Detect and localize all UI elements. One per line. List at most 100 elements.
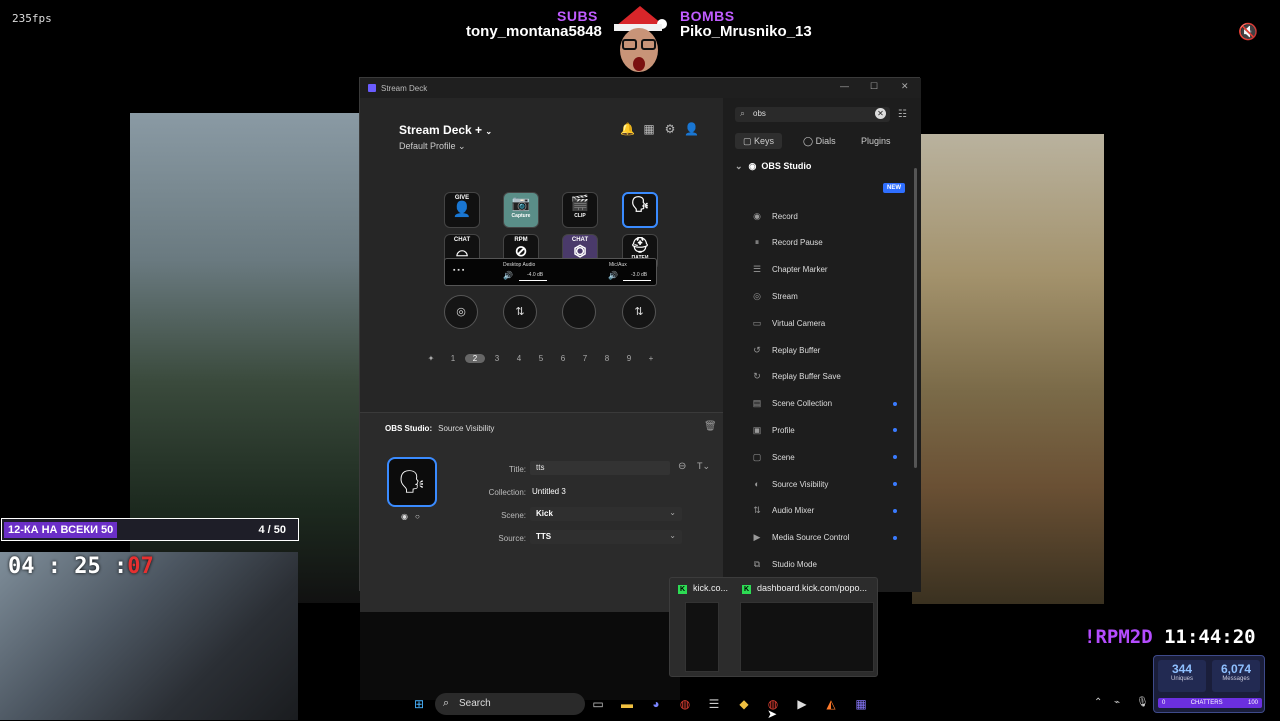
- page-5[interactable]: 5: [530, 354, 552, 363]
- discord-icon[interactable]: ◕: [647, 695, 665, 713]
- key-capture[interactable]: 📷 Capture: [503, 192, 539, 228]
- action-label: Media Source Control: [772, 533, 850, 543]
- indicator-dot: [893, 428, 897, 433]
- action-key-preview[interactable]: 🗣: [387, 457, 437, 507]
- preview-thumbnail-1[interactable]: [685, 602, 719, 672]
- touch-strip[interactable]: ▪ ▪ ▪ Desktop Audio 🔊 -4.0 dB Mic/Aux 🔊 …: [444, 258, 657, 286]
- page-7[interactable]: 7: [574, 354, 596, 363]
- windows-start-icon[interactable]: ⊞: [410, 695, 428, 713]
- chrome-icon[interactable]: ◍: [676, 695, 694, 713]
- page-2[interactable]: 2: [465, 354, 485, 363]
- kick-icon: K: [678, 585, 687, 594]
- profile-selector[interactable]: Default Profile ⌄: [399, 141, 466, 152]
- title-input[interactable]: tts: [530, 461, 670, 475]
- collection-value: Untitled 3: [532, 487, 566, 496]
- new-badge: NEW: [883, 183, 905, 193]
- tab-dials[interactable]: ◯ Dials: [795, 133, 844, 149]
- tab-plugins-label: Plugins: [861, 136, 891, 146]
- taskbar-search[interactable]: ⌕ Search: [435, 693, 585, 715]
- app-orange-icon[interactable]: ◭: [822, 695, 840, 713]
- search-input[interactable]: ⌕ obs: [735, 107, 890, 122]
- page-1[interactable]: 1: [442, 354, 464, 363]
- gear-icon[interactable]: ⚙: [663, 122, 677, 136]
- game-app-icon[interactable]: ◆: [735, 695, 753, 713]
- page-3[interactable]: 3: [486, 354, 508, 363]
- source-select[interactable]: TTS ⌄: [530, 530, 682, 544]
- dial-1[interactable]: ◎: [444, 295, 478, 329]
- action-icon: ☰: [752, 264, 762, 275]
- add-page-button[interactable]: +: [640, 354, 662, 363]
- mute-icon[interactable]: 🔇: [1238, 22, 1258, 41]
- tab-keys[interactable]: ▢ Keys: [735, 133, 783, 149]
- task-view-icon[interactable]: ▭: [589, 695, 607, 713]
- dial-4[interactable]: ⇅: [622, 295, 656, 329]
- speaker-icon: 🔊: [608, 271, 618, 280]
- action-icon: ▭: [752, 317, 762, 328]
- device-selector[interactable]: Stream Deck + ⌄: [399, 123, 492, 137]
- action-item-replay-buffer[interactable]: ↺ Replay Buffer: [751, 340, 911, 360]
- maximize-button[interactable]: ☐: [870, 81, 878, 92]
- page-9[interactable]: 9: [618, 354, 640, 363]
- action-item-source-visibility[interactable]: ◐ Source Visibility: [751, 474, 911, 494]
- keys-tab-icon: ▢: [743, 136, 752, 146]
- key-tts[interactable]: 🗣: [622, 192, 658, 228]
- action-item-audio-mixer[interactable]: ⇅ Audio Mixer: [751, 501, 911, 521]
- dial-2[interactable]: ⇅: [503, 295, 537, 329]
- action-item-virtual-camera[interactable]: ▭ Virtual Camera: [751, 313, 911, 333]
- action-icon: ▢: [752, 451, 762, 462]
- preview-tab-2[interactable]: Kdashboard.kick.com/popo...: [742, 583, 867, 594]
- preview-thumbnail-2[interactable]: [740, 602, 874, 672]
- action-item-record[interactable]: ◉ Record: [751, 206, 911, 226]
- key-give[interactable]: GIVE 👤: [444, 192, 480, 228]
- action-item-scene[interactable]: ▢ Scene: [751, 447, 911, 467]
- account-icon[interactable]: 👤: [684, 122, 699, 136]
- state-radio-2[interactable]: ○: [415, 512, 420, 521]
- clear-search-icon[interactable]: ✕: [875, 108, 886, 119]
- stream-deck-app-icon: [368, 84, 376, 92]
- tab-plugins[interactable]: Plugins: [853, 133, 899, 149]
- action-item-replay-buffer-save[interactable]: ↻ Replay Buffer Save: [751, 367, 911, 387]
- challenge-label: 12-КА НА ВСЕКИ 50: [4, 521, 118, 538]
- tray-overflow-icon[interactable]: ⌃: [1094, 697, 1102, 708]
- timer-seconds: 07: [127, 554, 154, 579]
- page-6[interactable]: 6: [552, 354, 574, 363]
- action-item-scene-collection[interactable]: ▤ Scene Collection: [751, 394, 911, 414]
- action-icon: ▣: [752, 424, 762, 435]
- key-clip[interactable]: 🎬 CLIP: [562, 192, 598, 228]
- page-8[interactable]: 8: [596, 354, 618, 363]
- app-icon[interactable]: ☰: [705, 695, 723, 713]
- messages-label: Messages: [1222, 676, 1250, 682]
- dial-3[interactable]: [562, 295, 596, 329]
- bell-icon[interactable]: 🔔: [620, 122, 635, 136]
- strip-right-value: -3.0 dB: [631, 272, 648, 278]
- pin-icon[interactable]: ✦: [420, 354, 442, 363]
- action-item-studio-mode[interactable]: ⧉ Studio Mode: [751, 554, 911, 574]
- network-icon[interactable]: ⌁: [1114, 697, 1120, 708]
- file-explorer-icon[interactable]: ▬: [618, 695, 636, 713]
- action-item-profile[interactable]: ▣ Profile: [751, 420, 911, 440]
- action-item-media-source-control[interactable]: ▶ Media Source Control: [751, 528, 911, 548]
- obs-group-header[interactable]: ⌄ ◉ OBS Studio: [735, 161, 811, 172]
- microphone-icon[interactable]: 🎙: [1136, 697, 1149, 708]
- action-item-stream[interactable]: ◎ Stream: [751, 286, 911, 306]
- page-4[interactable]: 4: [508, 354, 530, 363]
- title-bar[interactable]: Stream Deck — ☐ ✕: [360, 78, 921, 98]
- preview-tab-1[interactable]: Kkick.co...: [678, 583, 728, 594]
- minimize-button[interactable]: —: [840, 81, 849, 91]
- state-radio-1[interactable]: ◉: [401, 512, 408, 521]
- text-format-icon[interactable]: T⌄: [697, 461, 710, 472]
- scene-select[interactable]: Kick ⌄: [530, 507, 682, 521]
- close-button[interactable]: ✕: [901, 81, 909, 92]
- action-item-record-pause[interactable]: ⏸ Record Pause: [751, 233, 911, 253]
- trash-icon[interactable]: 🗑: [704, 421, 717, 432]
- title-align-icon[interactable]: ⊖: [678, 461, 686, 472]
- action-label: Virtual Camera: [772, 318, 826, 328]
- window-title: Stream Deck: [381, 83, 428, 93]
- stream-deck-taskbar-icon[interactable]: ▦: [852, 695, 870, 713]
- scrollbar[interactable]: [914, 168, 917, 468]
- marketplace-icon[interactable]: ▦: [642, 122, 656, 136]
- action-item-chapter-marker[interactable]: ☰ Chapter Marker: [751, 260, 911, 280]
- media-player-icon[interactable]: ▶: [793, 695, 811, 713]
- list-view-icon[interactable]: ☷: [898, 109, 907, 120]
- action-icon: ◐: [754, 479, 760, 489]
